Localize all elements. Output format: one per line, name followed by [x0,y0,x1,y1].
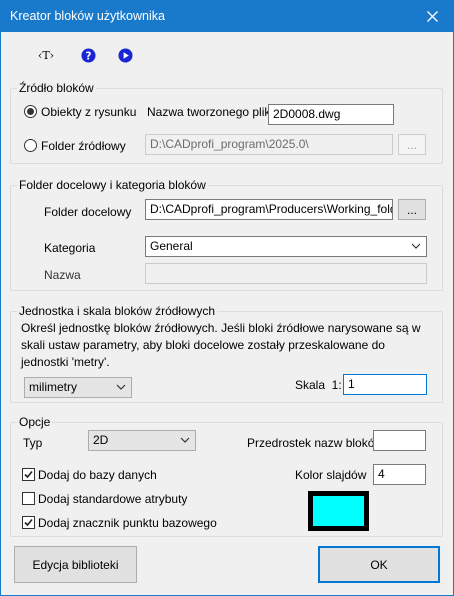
check-icon [24,518,33,527]
slide-color-swatch[interactable] [308,491,369,531]
from-drawing-label[interactable]: Obiekty z rysunku [41,105,136,119]
units-description: Określ jednostkę bloków źródłowych. Jeśl… [21,321,421,369]
name-label: Nazwa [44,268,81,282]
svg-text:?: ? [85,50,91,62]
close-icon [426,11,438,22]
slide-color-label: Kolor slajdów [295,468,367,482]
std-attrs-label[interactable]: Dodaj standardowe atrybuty [38,492,187,506]
close-button[interactable] [411,1,453,32]
target-folder-label: Folder docelowy [44,205,132,219]
library-edit-button[interactable]: Edycja biblioteki [14,546,137,583]
add-db-label[interactable]: Dodaj do bazy danych [38,468,157,482]
options-group-title: Opcje [17,415,53,429]
target-folder-input[interactable]: D:\CADprofi_program\Producers\Working_fo… [145,199,393,220]
source-folder-radio[interactable] [24,139,37,152]
filename-label: Nazwa tworzonego pliku [147,105,278,119]
filename-input[interactable]: 2D0008.dwg [268,104,394,125]
units-group-title: Jednostka i skala bloków źródłowych [17,304,218,318]
chevron-down-icon [116,384,126,390]
target-group-title: Folder docelowy i kategoria bloków [17,178,208,192]
add-db-checkbox[interactable] [22,468,35,481]
scale-label: Skala 1: [295,378,342,392]
text-tool-icon: ‹T› [37,48,55,62]
chevron-down-icon [411,243,421,249]
help-button[interactable]: ? [77,44,99,66]
type-label: Typ [23,436,43,450]
type-select[interactable]: 2D [88,430,196,451]
ok-label: OK [370,557,388,572]
text-tool-button[interactable]: ‹T› [35,44,57,66]
title-bar: Kreator bloków użytkownika [1,1,453,32]
library-edit-label: Edycja biblioteki [32,557,119,572]
slide-color-input[interactable]: 4 [373,464,426,485]
window-title: Kreator bloków użytkownika [10,9,165,23]
source-folder-label[interactable]: Folder źródłowy [41,139,126,153]
category-label: Kategoria [44,241,96,255]
check-icon [24,470,33,479]
question-circle-icon: ? [80,47,96,63]
source-folder-input[interactable]: D:\CADprofi_program\2025.0\ [145,134,393,155]
base-point-checkbox[interactable] [22,516,35,529]
name-input[interactable] [145,263,427,284]
type-value: 2D [93,433,109,447]
chevron-down-icon [180,437,190,443]
category-select[interactable]: General [145,236,427,257]
unit-select[interactable]: milimetry [24,377,132,398]
scale-input[interactable]: 1 [343,374,427,395]
dialog-window: Kreator bloków użytkownika ‹T› ? Źródło … [0,0,454,596]
play-button[interactable] [114,44,136,66]
browse-label: ... [406,137,417,152]
ok-button[interactable]: OK [318,546,440,583]
prefix-label: Przedrostek nazw bloków [247,436,384,450]
browse-label: ... [406,202,417,217]
base-point-label[interactable]: Dodaj znacznik punktu bazowego [38,516,217,530]
category-value: General [150,239,193,253]
prefix-input[interactable] [373,430,426,451]
target-folder-browse-button[interactable]: ... [398,199,426,220]
from-drawing-radio[interactable] [24,105,37,118]
play-circle-icon [117,47,133,63]
std-attrs-checkbox[interactable] [22,492,35,505]
source-group-title: Źródło bloków [17,81,96,95]
source-folder-browse-button[interactable]: ... [398,134,426,155]
unit-value: milimetry [29,380,77,394]
